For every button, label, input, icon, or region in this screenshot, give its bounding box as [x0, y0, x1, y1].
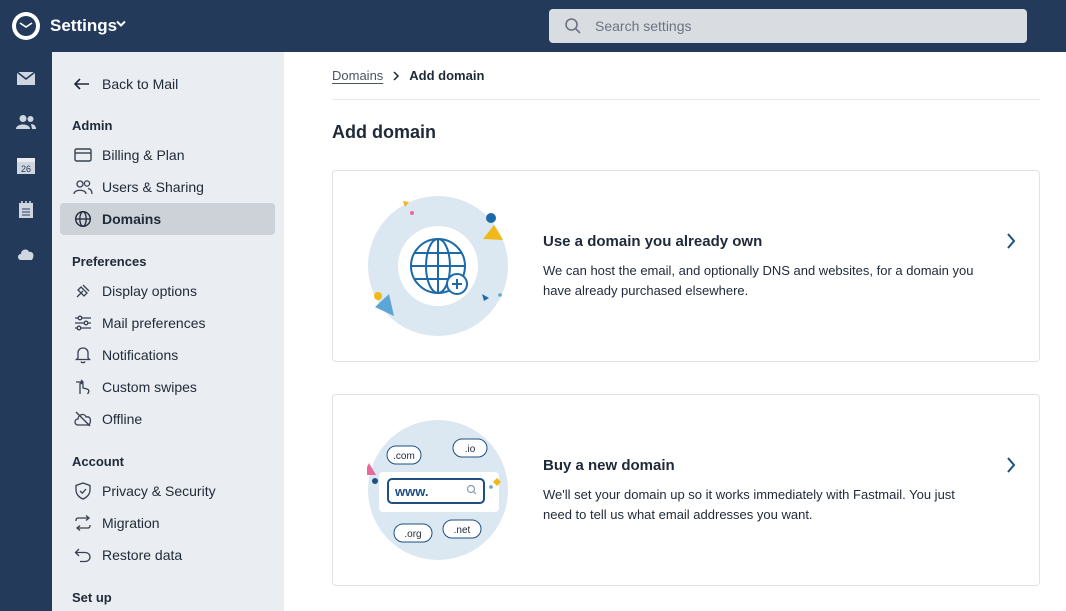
cloud-icon[interactable]: [13, 243, 39, 265]
sidebar-item-label: Domains: [102, 211, 162, 227]
sidebar-item-label: Offline: [102, 411, 143, 427]
bell-icon: [73, 345, 93, 365]
section-heading-admin: Admin: [72, 118, 113, 133]
settings-sidebar: Back to Mail Admin Billing & Plan Users …: [52, 52, 284, 611]
notes-icon[interactable]: [13, 199, 39, 221]
arrow-left-icon: [73, 78, 89, 90]
app-title[interactable]: Settings: [50, 16, 117, 36]
chevron-down-icon[interactable]: [115, 19, 127, 29]
app-logo[interactable]: [12, 12, 40, 40]
sidebar-item-label: Display options: [102, 283, 197, 299]
page-title: Add domain: [332, 122, 436, 142]
breadcrumb-current: Add domain: [409, 68, 485, 83]
swipe-icon: [73, 377, 93, 397]
sidebar-item-custom-swipes[interactable]: Custom swipes: [60, 371, 275, 403]
mail-icon[interactable]: [13, 67, 39, 89]
chevron-right-icon: [393, 70, 400, 81]
undo-arrow-icon: [73, 545, 93, 565]
sidebar-item-billing[interactable]: Billing & Plan: [60, 139, 275, 171]
sidebar-item-label: Custom swipes: [102, 379, 197, 395]
shield-icon: [73, 481, 93, 501]
section-heading-setup: Set up: [72, 590, 112, 605]
envelope-logo-icon: [19, 22, 33, 28]
section-heading-preferences: Preferences: [72, 254, 147, 269]
sidebar-item-offline[interactable]: Offline: [60, 403, 275, 435]
contacts-icon[interactable]: [13, 111, 39, 133]
sidebar-item-domains[interactable]: Domains: [60, 203, 275, 235]
card-description: We'll set your domain up so it works imm…: [543, 487, 955, 522]
sidebar-item-label: Mail preferences: [102, 315, 206, 331]
sidebar-item-label: Users & Sharing: [102, 179, 204, 195]
sidebar-item-label: Restore data: [102, 547, 183, 563]
sidebar-item-notifications[interactable]: Notifications: [60, 339, 275, 371]
dot-org-label: .org: [404, 529, 421, 540]
globe-illustration-icon: [368, 196, 508, 336]
search-box[interactable]: [549, 9, 1027, 43]
card-title: Use a domain you already own: [543, 233, 763, 250]
app-rail: 26: [0, 52, 52, 611]
sidebar-item-label: Privacy & Security: [102, 483, 216, 499]
card-title: Buy a new domain: [543, 457, 675, 474]
buy-new-domain-card[interactable]: www. .com .io .org .net Buy a new domain…: [332, 394, 1040, 586]
www-label: www.: [394, 484, 428, 499]
domain-search-illustration-icon: www. .com .io .org .net: [367, 420, 508, 560]
sidebar-item-label: Billing & Plan: [102, 147, 185, 163]
brush-icon: [73, 281, 93, 301]
sidebar-item-mail-preferences[interactable]: Mail preferences: [60, 307, 275, 339]
search-input[interactable]: [595, 9, 1015, 43]
sidebar-item-restore-data[interactable]: Restore data: [60, 539, 275, 571]
sidebar-item-label: Migration: [102, 515, 160, 531]
sidebar-item-privacy-security[interactable]: Privacy & Security: [60, 475, 275, 507]
top-bar: Settings: [0, 0, 1066, 52]
section-heading-account: Account: [72, 454, 124, 469]
back-to-mail-link[interactable]: Back to Mail: [72, 72, 178, 96]
calendar-icon[interactable]: 26: [13, 155, 39, 177]
divider: [332, 99, 1040, 100]
main-content: Domains Add domain Add domain Use a doma…: [284, 52, 1066, 611]
sidebar-item-label: Notifications: [102, 347, 179, 363]
sliders-icon: [73, 313, 93, 333]
dot-io-label: .io: [465, 444, 476, 455]
credit-card-icon: [73, 145, 93, 165]
card-description: We can host the email, and optionally DN…: [543, 263, 974, 298]
back-to-mail-label: Back to Mail: [102, 76, 179, 92]
sidebar-item-migration[interactable]: Migration: [60, 507, 275, 539]
chevron-right-icon[interactable]: [1005, 232, 1017, 250]
breadcrumb: Domains Add domain: [332, 68, 484, 83]
search-icon: [565, 18, 581, 34]
globe-icon: [73, 209, 93, 229]
users-icon: [73, 177, 93, 197]
calendar-date-label: 26: [21, 164, 31, 174]
sidebar-item-users[interactable]: Users & Sharing: [60, 171, 275, 203]
chevron-right-icon[interactable]: [1005, 456, 1017, 474]
sidebar-item-display-options[interactable]: Display options: [60, 275, 275, 307]
dot-net-label: .net: [454, 525, 471, 536]
cloud-offline-icon: [73, 409, 93, 429]
breadcrumb-domains-link[interactable]: Domains: [332, 68, 383, 83]
dot-com-label: .com: [393, 451, 415, 462]
arrows-exchange-icon: [73, 513, 93, 533]
use-own-domain-card[interactable]: Use a domain you already own We can host…: [332, 170, 1040, 362]
